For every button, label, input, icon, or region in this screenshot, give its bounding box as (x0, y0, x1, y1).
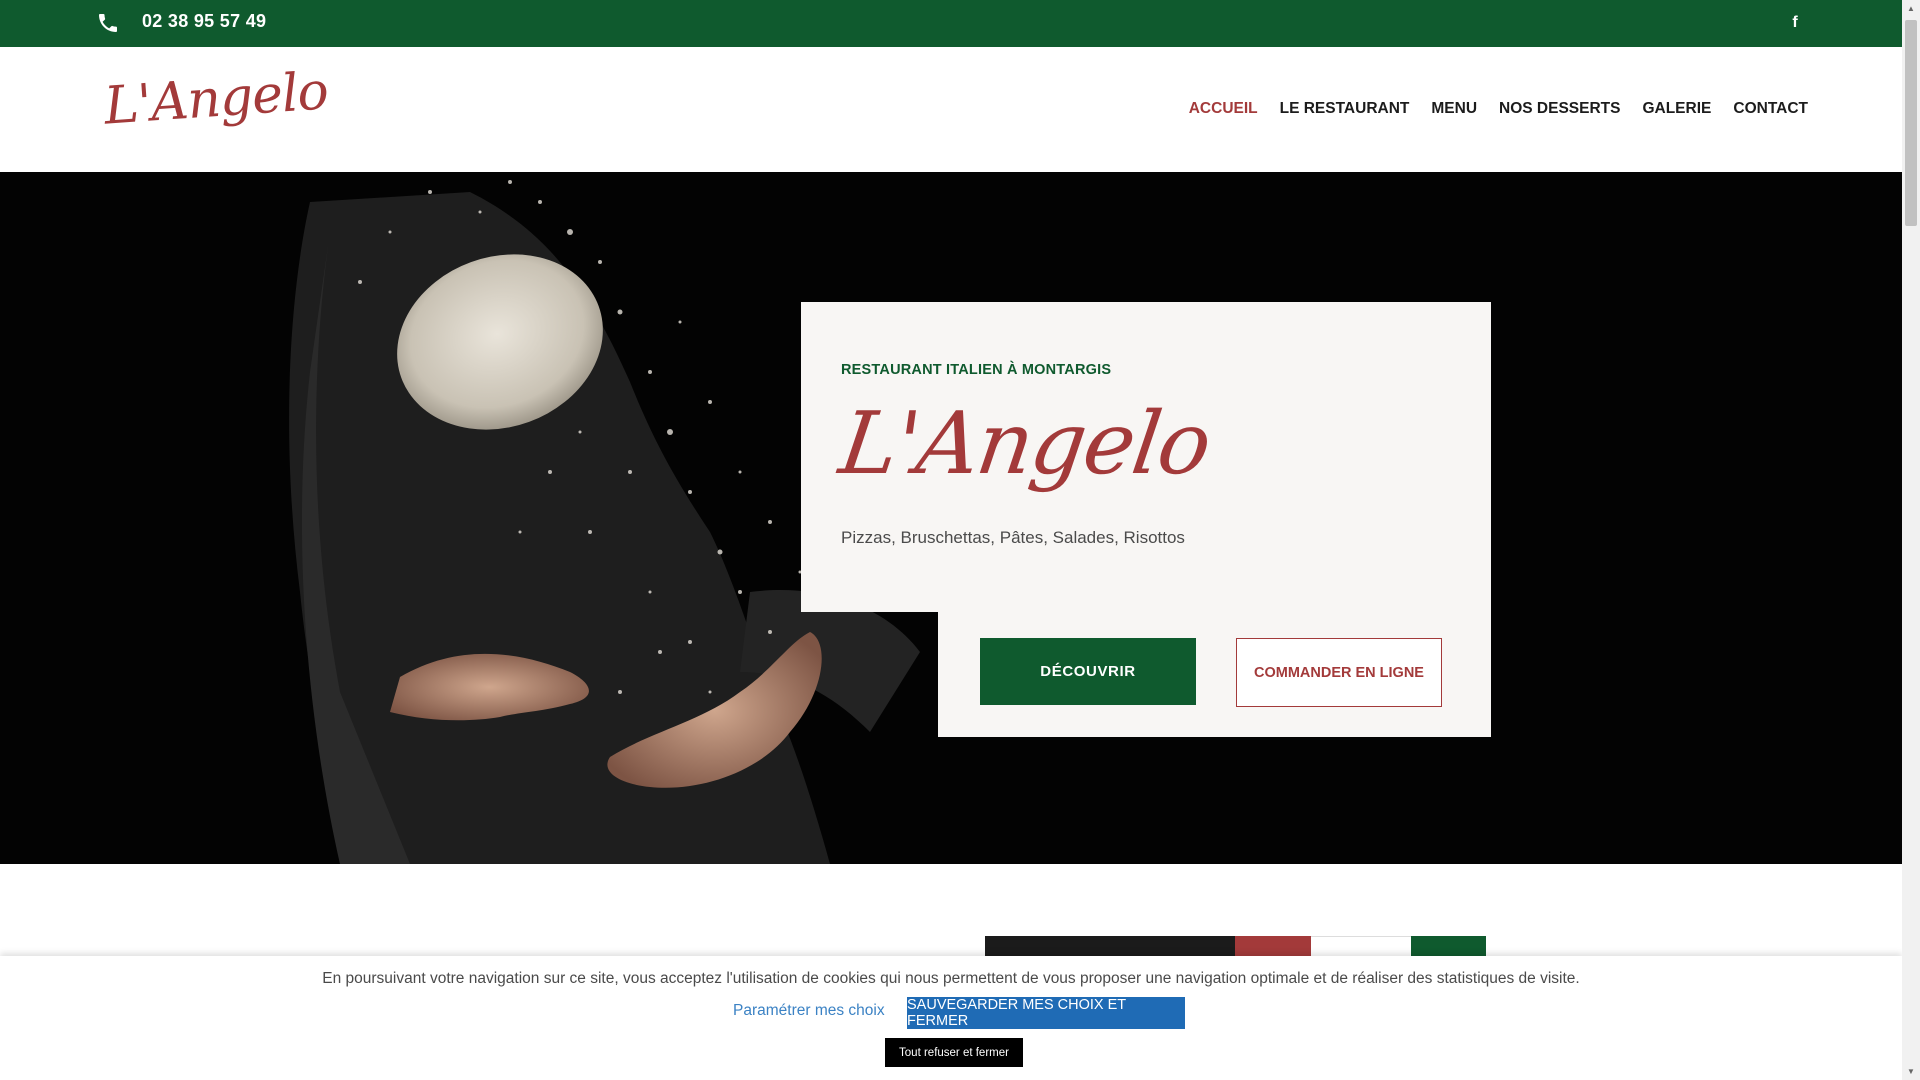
main-nav: ACCUEIL LE RESTAURANT MENU NOS DESSERTS … (1189, 100, 1808, 118)
nav-item-contact[interactable]: CONTACT (1733, 100, 1808, 118)
scroll-up-icon[interactable]: ▲ (1907, 4, 1915, 13)
nav-item-accueil[interactable]: ACCUEIL (1189, 100, 1258, 118)
hero-card: RESTAURANT ITALIEN À MONTARGIS L'Angelo … (801, 302, 1491, 612)
nav-item-galerie[interactable]: GALERIE (1642, 100, 1711, 118)
vertical-scrollbar[interactable]: ▲ ▼ (1902, 0, 1920, 1080)
scroll-down-icon[interactable]: ▼ (1907, 1067, 1915, 1076)
page: 02 38 95 57 49 f L'Angelo ACCUEIL LE RES… (0, 0, 1920, 1080)
nav-item-le-restaurant[interactable]: LE RESTAURANT (1280, 100, 1410, 118)
nav-item-menu[interactable]: MENU (1431, 100, 1477, 118)
order-online-button[interactable]: COMMANDER EN LIGNE (1236, 638, 1442, 707)
cookie-refuse-button[interactable]: Tout refuser et fermer (885, 1038, 1023, 1067)
phone-number[interactable]: 02 38 95 57 49 (142, 11, 266, 32)
cookie-settings-link[interactable]: Paramétrer mes choix (733, 1002, 885, 1020)
nav-item-nos-desserts[interactable]: NOS DESSERTS (1499, 100, 1620, 118)
top-bar: 02 38 95 57 49 f (0, 0, 1902, 47)
hero-title: L'Angelo (833, 394, 1216, 494)
discover-button[interactable]: DÉCOUVRIR (980, 638, 1196, 705)
scrollbar-thumb[interactable] (1905, 20, 1917, 226)
hero-subtitle: Pizzas, Bruschettas, Pâtes, Salades, Ris… (841, 528, 1185, 547)
facebook-icon[interactable]: f (1788, 13, 1802, 33)
hero-eyebrow: RESTAURANT ITALIEN À MONTARGIS (841, 362, 1112, 378)
hero-section: RESTAURANT ITALIEN À MONTARGIS L'Angelo … (0, 172, 1902, 864)
cookie-text: En poursuivant votre navigation sur ce s… (322, 970, 1580, 987)
logo-text: L'Angelo (102, 61, 330, 137)
logo[interactable]: L'Angelo (102, 61, 330, 159)
site-header: L'Angelo ACCUEIL LE RESTAURANT MENU NOS … (0, 47, 1902, 172)
phone-icon[interactable] (96, 11, 120, 35)
cookie-save-button[interactable]: SAUVEGARDER MES CHOIX ET FERMER (907, 997, 1185, 1029)
cookie-banner: En poursuivant votre navigation sur ce s… (0, 956, 1902, 1080)
